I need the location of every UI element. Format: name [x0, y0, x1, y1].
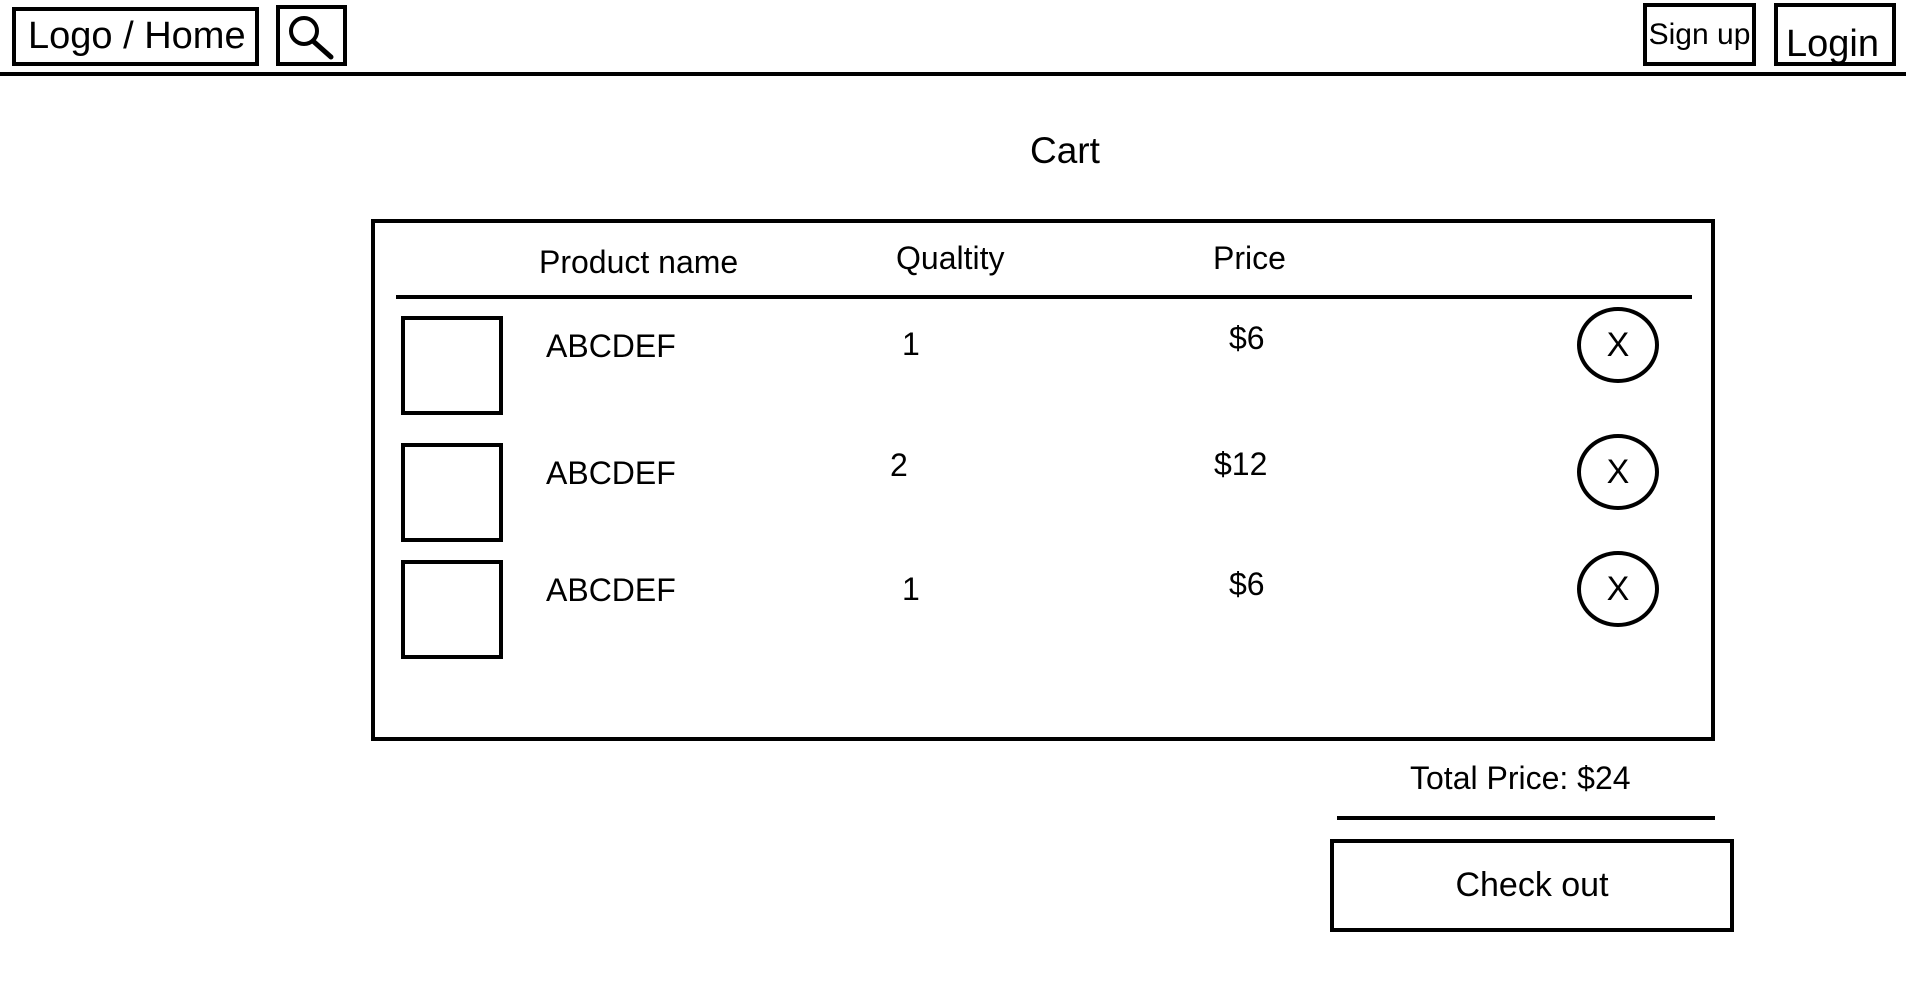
- header-divider: [0, 72, 1906, 76]
- column-header-price: Price: [1213, 240, 1286, 276]
- remove-item-button[interactable]: X: [1577, 434, 1659, 510]
- logo-home-button[interactable]: Logo / Home: [12, 7, 259, 66]
- column-header-quantity: Qualtity: [896, 240, 1005, 276]
- product-thumbnail: [401, 560, 503, 659]
- sign-up-button[interactable]: Sign up: [1643, 3, 1756, 66]
- product-quantity: 2: [890, 447, 908, 483]
- search-icon: [289, 16, 334, 60]
- product-quantity: 1: [902, 571, 920, 607]
- product-price: $12: [1214, 446, 1268, 482]
- column-header-product-name: Product name: [539, 244, 739, 280]
- remove-item-button[interactable]: X: [1577, 551, 1659, 627]
- product-quantity: 1: [902, 326, 920, 362]
- product-name: ABCDEF: [546, 328, 676, 364]
- product-price: $6: [1229, 566, 1265, 602]
- login-button[interactable]: Login: [1774, 3, 1896, 66]
- product-thumbnail: [401, 316, 503, 415]
- product-price: $6: [1229, 320, 1265, 356]
- search-button[interactable]: [276, 5, 347, 66]
- remove-item-button[interactable]: X: [1577, 307, 1659, 383]
- total-divider: [1337, 816, 1715, 820]
- total-price: Total Price: $24: [1410, 760, 1631, 796]
- product-thumbnail: [401, 443, 503, 542]
- table-header-divider: [396, 295, 1692, 299]
- checkout-button[interactable]: Check out: [1330, 839, 1734, 932]
- product-name: ABCDEF: [546, 455, 676, 491]
- product-name: ABCDEF: [546, 572, 676, 608]
- page-title: Cart: [1030, 130, 1100, 171]
